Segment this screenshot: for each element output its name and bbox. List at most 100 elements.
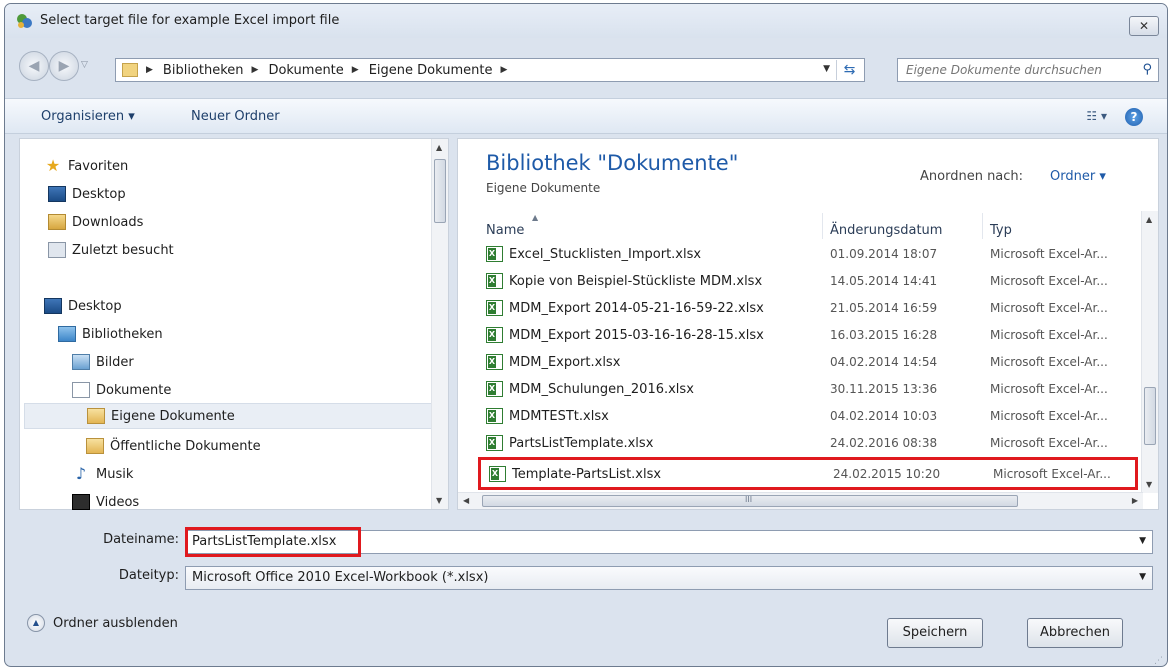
file-name: MDMTESTt.xlsx xyxy=(509,408,609,424)
breadcrumb-my-documents[interactable]: Eigene Dokumente xyxy=(369,63,493,78)
nav-scrollbar[interactable]: ▲ ▼ xyxy=(431,139,448,509)
file-row-highlighted[interactable]: Template-PartsList.xlsx 24.02.2015 10:20… xyxy=(478,457,1138,490)
file-date: 14.05.2014 14:41 xyxy=(830,274,938,288)
chevron-down-icon[interactable]: ▼ xyxy=(1139,536,1146,546)
search-input[interactable] xyxy=(898,59,1132,81)
file-type: Microsoft Excel-Ar... xyxy=(990,274,1108,288)
file-list-vertical-scrollbar[interactable]: ▲ ▼ xyxy=(1141,211,1158,493)
breadcrumb-libraries[interactable]: Bibliotheken xyxy=(163,63,244,78)
breadcrumb-separator-icon[interactable]: ▶ xyxy=(252,65,259,75)
close-icon: ✕ xyxy=(1138,19,1150,33)
scroll-up-icon[interactable]: ▲ xyxy=(436,143,442,152)
organize-button[interactable]: Organisieren ▾ xyxy=(41,109,135,124)
forward-arrow-icon: ▶ xyxy=(58,58,70,74)
file-row[interactable]: Kopie von Beispiel-Stückliste MDM.xlsx 1… xyxy=(478,268,1138,295)
file-name: Kopie von Beispiel-Stückliste MDM.xlsx xyxy=(509,273,763,289)
file-name: PartsListTemplate.xlsx xyxy=(509,435,654,451)
scroll-down-icon[interactable]: ▼ xyxy=(436,496,442,505)
search-box[interactable]: ⚲ xyxy=(897,58,1159,82)
scroll-down-icon[interactable]: ▼ xyxy=(1146,480,1152,489)
window-title: Select target file for example Excel imp… xyxy=(40,13,340,28)
resize-grip-icon[interactable]: ⋰ xyxy=(1154,656,1163,666)
excel-file-icon xyxy=(486,354,503,370)
refresh-icon[interactable]: ⇆ xyxy=(836,60,862,80)
column-header-date[interactable]: Änderungsdatum xyxy=(830,223,942,238)
column-header-name[interactable]: Name xyxy=(486,223,524,238)
breadcrumb-separator-icon[interactable]: ▶ xyxy=(146,65,153,75)
scroll-left-icon[interactable]: ◀ xyxy=(463,496,469,505)
address-bar[interactable]: ▶ Bibliotheken ▶ Dokumente ▶ Eigene Doku… xyxy=(115,58,865,82)
file-row[interactable]: MDM_Export.xlsx 04.02.2014 14:54 Microso… xyxy=(478,349,1138,376)
forward-button[interactable]: ▶ xyxy=(49,51,79,81)
back-button[interactable]: ◀ xyxy=(19,51,49,81)
nav-item-music[interactable]: ♪ Musik xyxy=(72,461,133,487)
file-list-horizontal-thumb[interactable]: III xyxy=(482,495,1018,507)
nav-item-label: Eigene Dokumente xyxy=(111,408,235,424)
file-row[interactable]: Excel_Stucklisten_Import.xlsx 01.09.2014… xyxy=(478,241,1138,268)
breadcrumb-separator-icon[interactable]: ▶ xyxy=(500,65,507,75)
nav-item-documents[interactable]: Dokumente xyxy=(72,377,171,403)
nav-item-label: Favoriten xyxy=(68,158,129,174)
help-icon[interactable]: ? xyxy=(1125,108,1143,126)
change-view-icon[interactable]: ☷ ▾ xyxy=(1086,109,1107,123)
file-list-vertical-thumb[interactable] xyxy=(1144,387,1156,445)
file-row[interactable]: PartsListTemplate.xlsx 24.02.2016 08:38 … xyxy=(478,430,1138,457)
file-type: Microsoft Excel-Ar... xyxy=(990,382,1108,396)
file-name: MDM_Export 2014-05-21-16-59-22.xlsx xyxy=(509,300,764,316)
nav-scroll-thumb[interactable] xyxy=(434,159,446,223)
file-date: 21.05.2014 16:59 xyxy=(830,301,938,315)
search-icon[interactable]: ⚲ xyxy=(1142,62,1152,77)
nav-item-favorites[interactable]: ★ Favoriten xyxy=(44,153,128,179)
close-button[interactable]: ✕ xyxy=(1129,16,1159,36)
hide-folders-label: Ordner ausblenden xyxy=(53,615,178,631)
chevron-down-icon[interactable]: ▼ xyxy=(1139,572,1146,582)
file-date: 16.03.2015 16:28 xyxy=(830,328,938,342)
hide-folders-button[interactable]: ▲ Ordner ausblenden xyxy=(27,614,178,632)
file-row[interactable]: MDM_Export 2015-03-16-16-28-15.xlsx 16.0… xyxy=(478,322,1138,349)
nav-item-label: Musik xyxy=(96,466,134,482)
nav-item-label: Zuletzt besucht xyxy=(72,242,174,258)
pictures-icon xyxy=(72,354,90,370)
new-folder-button[interactable]: Neuer Ordner xyxy=(191,109,280,124)
folder-icon xyxy=(86,438,104,454)
recent-pages-dropdown-icon[interactable]: ▽ xyxy=(81,60,88,70)
scroll-up-icon[interactable]: ▲ xyxy=(1146,215,1152,224)
column-header-type[interactable]: Typ xyxy=(990,223,1012,238)
breadcrumb-separator-icon[interactable]: ▶ xyxy=(352,65,359,75)
library-folder-icon xyxy=(122,63,138,77)
folder-icon xyxy=(87,408,105,424)
file-row[interactable]: MDMTESTt.xlsx 04.02.2014 10:03 Microsoft… xyxy=(478,403,1138,430)
nav-item-label: Desktop xyxy=(72,186,126,202)
cancel-button[interactable]: Abbrechen xyxy=(1027,618,1123,648)
file-list-horizontal-scrollbar[interactable]: ◀ III ▶ xyxy=(458,492,1143,509)
address-dropdown-icon[interactable]: ▼ xyxy=(823,64,830,74)
collapse-up-icon: ▲ xyxy=(27,614,45,632)
filetype-label: Dateityp: xyxy=(118,568,179,583)
nav-item-public-documents[interactable]: Öffentliche Dokumente xyxy=(86,433,261,459)
breadcrumb-documents[interactable]: Dokumente xyxy=(268,63,343,78)
file-row[interactable]: MDM_Schulungen_2016.xlsx 30.11.2015 13:3… xyxy=(478,376,1138,403)
excel-file-icon xyxy=(486,408,503,424)
documents-icon xyxy=(72,382,90,398)
file-name: MDM_Export 2015-03-16-16-28-15.xlsx xyxy=(509,327,764,343)
file-date: 04.02.2014 14:54 xyxy=(830,355,938,369)
file-name: MDM_Schulungen_2016.xlsx xyxy=(509,381,694,397)
nav-item-desktop[interactable]: Desktop xyxy=(48,181,126,207)
column-divider[interactable] xyxy=(982,213,983,239)
file-row[interactable]: MDM_Export 2014-05-21-16-59-22.xlsx 21.0… xyxy=(478,295,1138,322)
nav-item-videos[interactable]: Videos xyxy=(72,489,139,515)
filetype-select[interactable]: Microsoft Office 2010 Excel-Workbook (*.… xyxy=(185,566,1153,590)
nav-item-libraries[interactable]: Bibliotheken xyxy=(58,321,163,347)
nav-item-recent[interactable]: Zuletzt besucht xyxy=(48,237,174,263)
desktop-icon xyxy=(48,186,66,202)
nav-item-downloads[interactable]: Downloads xyxy=(48,209,143,235)
column-divider[interactable] xyxy=(822,213,823,239)
save-button[interactable]: Speichern xyxy=(887,618,983,648)
arrange-by-label: Anordnen nach: xyxy=(920,169,1024,184)
scroll-right-icon[interactable]: ▶ xyxy=(1132,496,1138,505)
nav-item-pictures[interactable]: Bilder xyxy=(72,349,134,375)
arrange-by-dropdown[interactable]: Ordner ▾ xyxy=(1050,169,1106,184)
nav-item-my-documents[interactable]: Eigene Dokumente xyxy=(24,403,432,429)
nav-item-desktop-root[interactable]: Desktop xyxy=(44,293,122,319)
filetype-value: Microsoft Office 2010 Excel-Workbook (*.… xyxy=(192,570,489,585)
